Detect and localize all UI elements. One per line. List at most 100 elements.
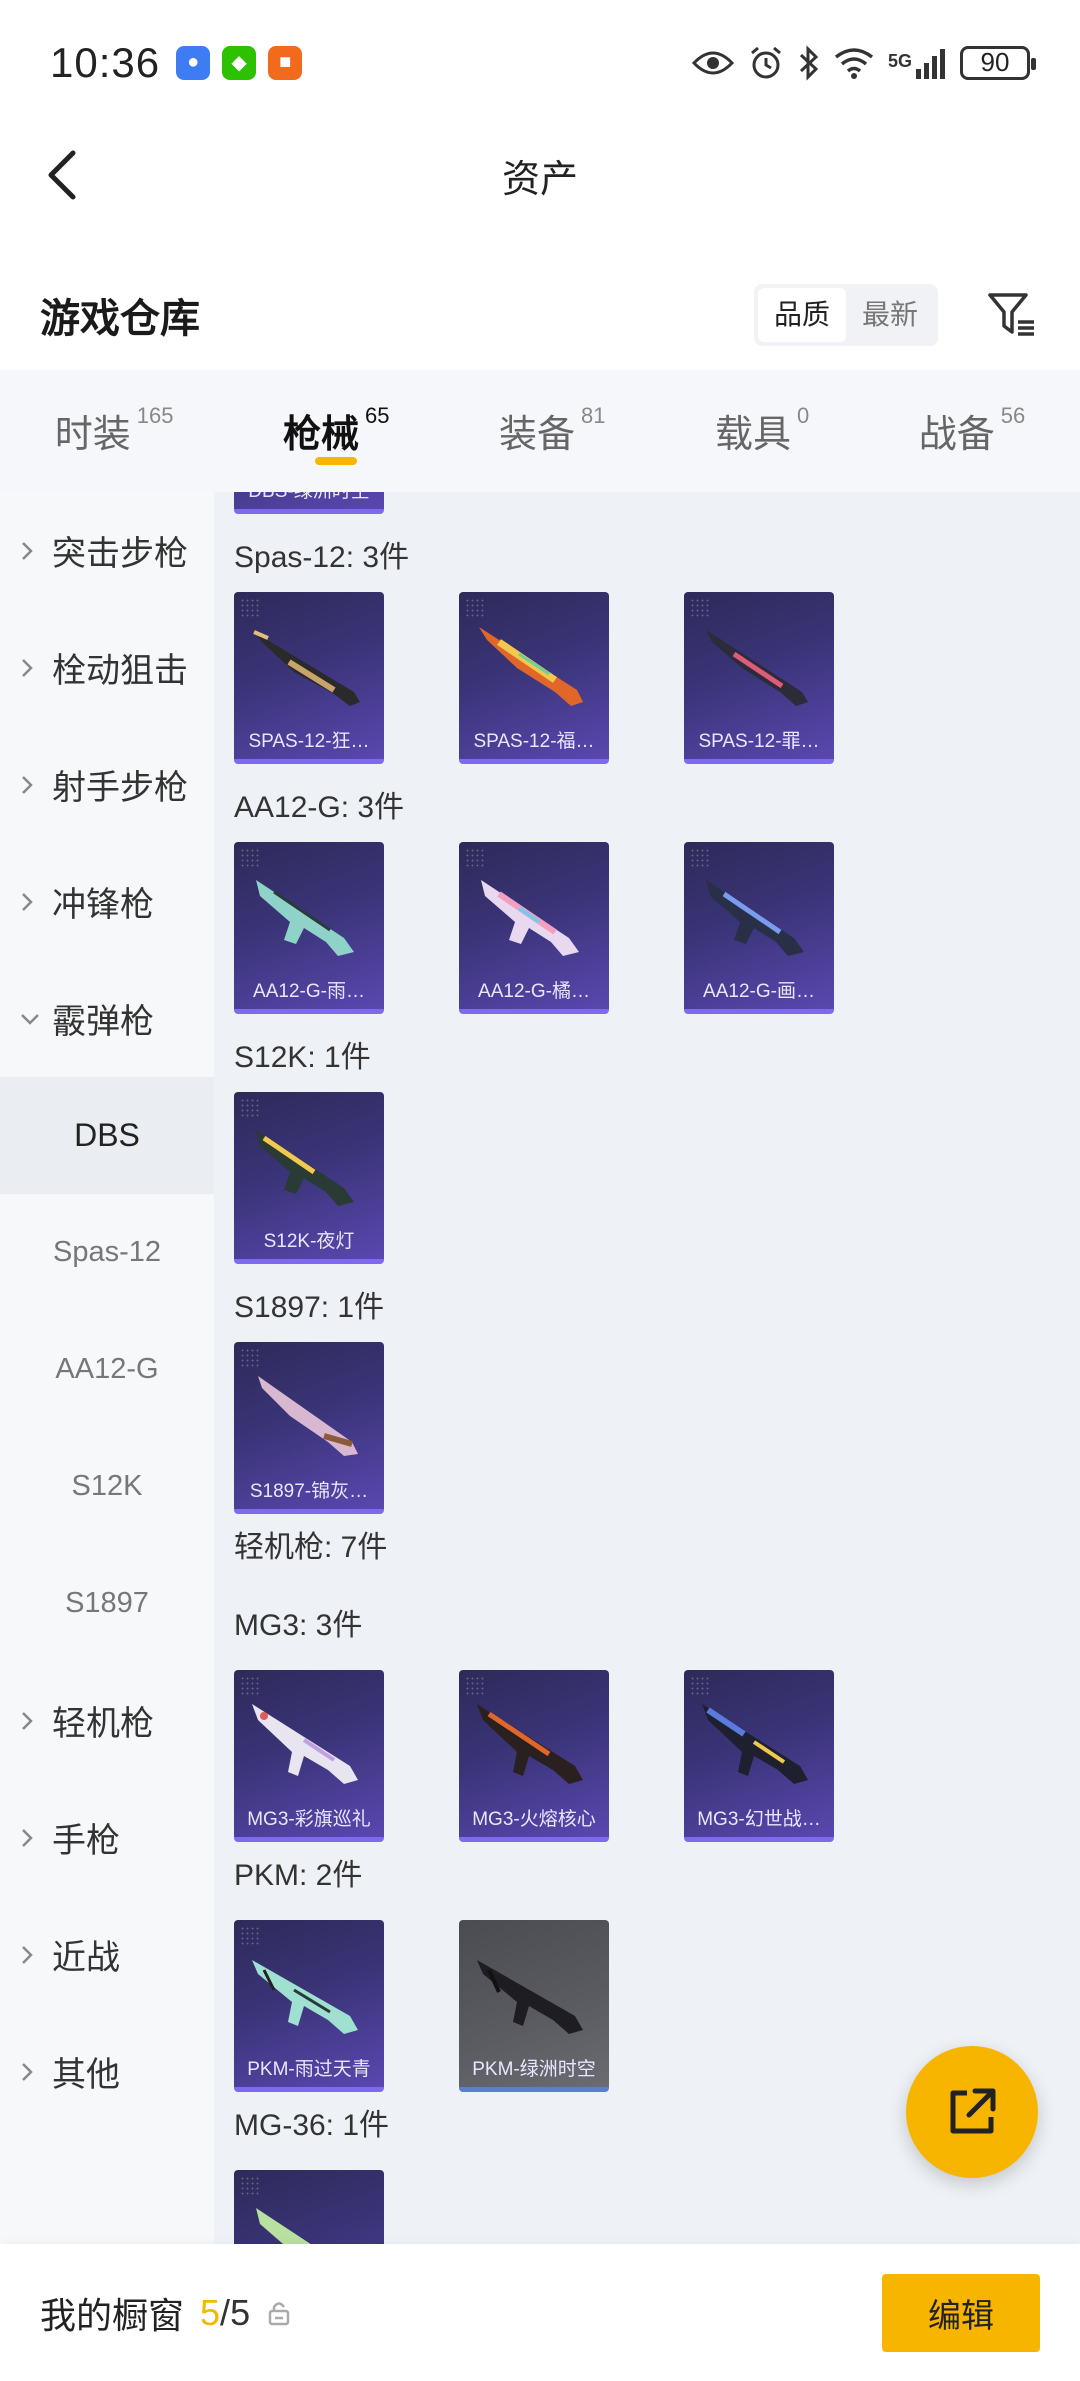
sidebar-item-label: 霰弹枪 bbox=[52, 1003, 154, 1041]
chevron-right-icon bbox=[20, 2061, 40, 2083]
weapon-card-label: MG3-火熔核心 bbox=[472, 1809, 596, 1830]
status-bar: 10:36 ● ◆ ■ 5G 90 bbox=[0, 0, 1080, 125]
showcase-count: 5/5 bbox=[200, 2292, 250, 2334]
tab-count: 0 bbox=[797, 403, 810, 428]
bluetooth-icon bbox=[799, 44, 819, 81]
signal-icon bbox=[916, 48, 945, 79]
sort-newest-button[interactable]: 最新 bbox=[846, 288, 934, 342]
battery-indicator: 90 bbox=[960, 45, 1036, 80]
weapon-card[interactable]: DBS-绿洲时空 bbox=[234, 492, 384, 514]
sidebar-item-bolt-sniper[interactable]: 栓动狙击 bbox=[0, 609, 214, 726]
weapon-card[interactable]: AA12-G-画… bbox=[684, 842, 834, 1014]
weapon-card-label: SPAS-12-罪… bbox=[698, 731, 820, 752]
sidebar-sub-s12k[interactable]: S12K bbox=[0, 1428, 214, 1545]
weapon-card[interactable]: PKM-雨过天青 bbox=[234, 1920, 384, 2092]
sidebar-sub-aa12g[interactable]: AA12-G bbox=[0, 1311, 214, 1428]
sidebar-item-assault-rifle[interactable]: 突击步枪 bbox=[0, 492, 214, 609]
sidebar-item-label: 栓动狙击 bbox=[52, 652, 188, 690]
weapon-card-label: MG3-彩旗巡礼 bbox=[247, 1809, 371, 1830]
rifle-icon bbox=[706, 880, 804, 956]
rifle-icon bbox=[256, 1130, 354, 1206]
rifle-icon bbox=[481, 880, 579, 956]
group-heading: MG3: 3件 bbox=[234, 1609, 363, 1642]
sidebar-item-smg[interactable]: 冲锋枪 bbox=[0, 843, 214, 960]
sidebar-item-marksman-rifle[interactable]: 射手步枪 bbox=[0, 726, 214, 843]
showcase-label: 我的橱窗 bbox=[40, 2294, 185, 2336]
sidebar-item-melee[interactable]: 近战 bbox=[0, 1896, 214, 2013]
sidebar-sub-dbs[interactable]: DBS bbox=[0, 1077, 214, 1194]
machine-gun-icon bbox=[477, 1704, 583, 1784]
sidebar-item-pistol[interactable]: 手枪 bbox=[0, 1779, 214, 1896]
app-blue-icon: ● bbox=[176, 45, 211, 80]
weapon-card[interactable] bbox=[234, 2170, 384, 2244]
weapon-card[interactable]: PKM-绿洲时空 bbox=[459, 1920, 609, 2092]
weapon-card[interactable]: MG3-火熔核心 bbox=[459, 1670, 609, 1842]
edit-button[interactable]: 编辑 bbox=[882, 2273, 1040, 2352]
warehouse-header: 游戏仓库 品质 最新 bbox=[0, 265, 1080, 365]
tab-count: 81 bbox=[581, 403, 606, 428]
weapon-card[interactable]: SPAS-12-狂… bbox=[234, 592, 384, 764]
sidebar-item-lmg[interactable]: 轻机枪 bbox=[0, 1662, 214, 1779]
machine-gun-icon bbox=[477, 1960, 583, 2034]
app-orange-icon: ■ bbox=[268, 45, 303, 80]
tab-firearms[interactable]: 枪械 65 bbox=[282, 391, 389, 471]
chevron-right-icon bbox=[20, 1710, 40, 1732]
group-heading: 轻机枪: 7件 bbox=[234, 1531, 388, 1564]
tab-fashion[interactable]: 时装 165 bbox=[55, 391, 174, 471]
tab-vehicles[interactable]: 载具 0 bbox=[715, 391, 809, 471]
weapon-category-sidebar: 突击步枪 栓动狙击 射手步枪 冲锋枪 霰弹枪 DBS Spas-12 AA12-… bbox=[0, 492, 214, 2244]
group-heading: S1897: 1件 bbox=[234, 1291, 385, 1324]
weapon-card-label: AA12-G-画… bbox=[703, 981, 815, 1002]
weapon-card[interactable]: S12K-夜灯 bbox=[234, 1092, 384, 1264]
weapon-card[interactable]: AA12-G-雨… bbox=[234, 842, 384, 1014]
chevron-right-icon bbox=[20, 774, 40, 796]
weapon-card[interactable]: S1897-锦灰… bbox=[234, 1342, 384, 1514]
weapon-card-label: SPAS-12-狂… bbox=[248, 731, 370, 752]
weapon-grid: DBS-绿洲时空 Spas-12: 3件 SPAS-12-狂… SPAS-12-… bbox=[214, 492, 1080, 2244]
rifle-icon bbox=[256, 2208, 311, 2244]
showcase-current: 5 bbox=[200, 2291, 221, 2333]
weapon-card-label: S1897-锦灰… bbox=[249, 1481, 369, 1502]
weapon-card-label: PKM-雨过天青 bbox=[247, 2059, 371, 2080]
showcase-separator: / bbox=[220, 2291, 231, 2333]
weapon-card[interactable]: SPAS-12-福… bbox=[459, 592, 609, 764]
sidebar-sub-spas12[interactable]: Spas-12 bbox=[0, 1194, 214, 1311]
group-heading: MG-36: 1件 bbox=[234, 2109, 390, 2142]
nav-bar: 资产 bbox=[0, 125, 1080, 225]
eye-icon bbox=[691, 51, 734, 74]
sidebar-item-label: 冲锋枪 bbox=[52, 886, 154, 924]
filter-button[interactable] bbox=[984, 287, 1040, 343]
sidebar-item-shotgun[interactable]: 霰弹枪 bbox=[0, 960, 214, 1077]
tab-label: 枪械 bbox=[282, 414, 359, 456]
chevron-right-icon bbox=[20, 657, 40, 679]
tab-equipment[interactable]: 装备 81 bbox=[499, 391, 606, 471]
machine-gun-icon bbox=[252, 1704, 358, 1784]
chevron-down-icon bbox=[20, 1012, 40, 1026]
tab-count: 56 bbox=[1000, 403, 1026, 428]
weapon-card-label: AA12-G-雨… bbox=[253, 981, 365, 1002]
back-button[interactable] bbox=[30, 145, 90, 205]
showcase-max: 5 bbox=[230, 2291, 251, 2333]
weapon-card[interactable]: MG3-彩旗巡礼 bbox=[234, 1670, 384, 1842]
machine-gun-icon bbox=[702, 1704, 808, 1784]
chevron-left-icon bbox=[48, 150, 76, 200]
weapon-card[interactable]: MG3-幻世战… bbox=[684, 1670, 834, 1842]
sidebar-item-label: 射手步枪 bbox=[52, 769, 188, 807]
wechat-icon: ◆ bbox=[222, 45, 257, 80]
sidebar-item-other[interactable]: 其他 bbox=[0, 2013, 214, 2130]
tab-label: 装备 bbox=[498, 414, 575, 456]
weapon-card[interactable]: AA12-G-橘… bbox=[459, 842, 609, 1014]
sidebar-item-label: 其他 bbox=[52, 2056, 120, 2094]
weapon-card-label: S12K-夜灯 bbox=[263, 1231, 355, 1252]
weapon-card[interactable]: SPAS-12-罪… bbox=[684, 592, 834, 764]
tab-label: 载具 bbox=[714, 414, 791, 456]
weapon-card-label: DBS-绿洲时空 bbox=[234, 492, 384, 503]
sort-quality-button[interactable]: 品质 bbox=[757, 288, 846, 342]
tab-battle-gear[interactable]: 战备 56 bbox=[919, 391, 1026, 471]
sidebar-item-label: 突击步枪 bbox=[52, 535, 188, 573]
tab-label: 战备 bbox=[918, 414, 995, 456]
share-button[interactable] bbox=[906, 2046, 1038, 2178]
warehouse-title: 游戏仓库 bbox=[40, 297, 200, 341]
sidebar-item-label: 近战 bbox=[52, 1939, 120, 1977]
sidebar-sub-s1897[interactable]: S1897 bbox=[0, 1545, 214, 1662]
